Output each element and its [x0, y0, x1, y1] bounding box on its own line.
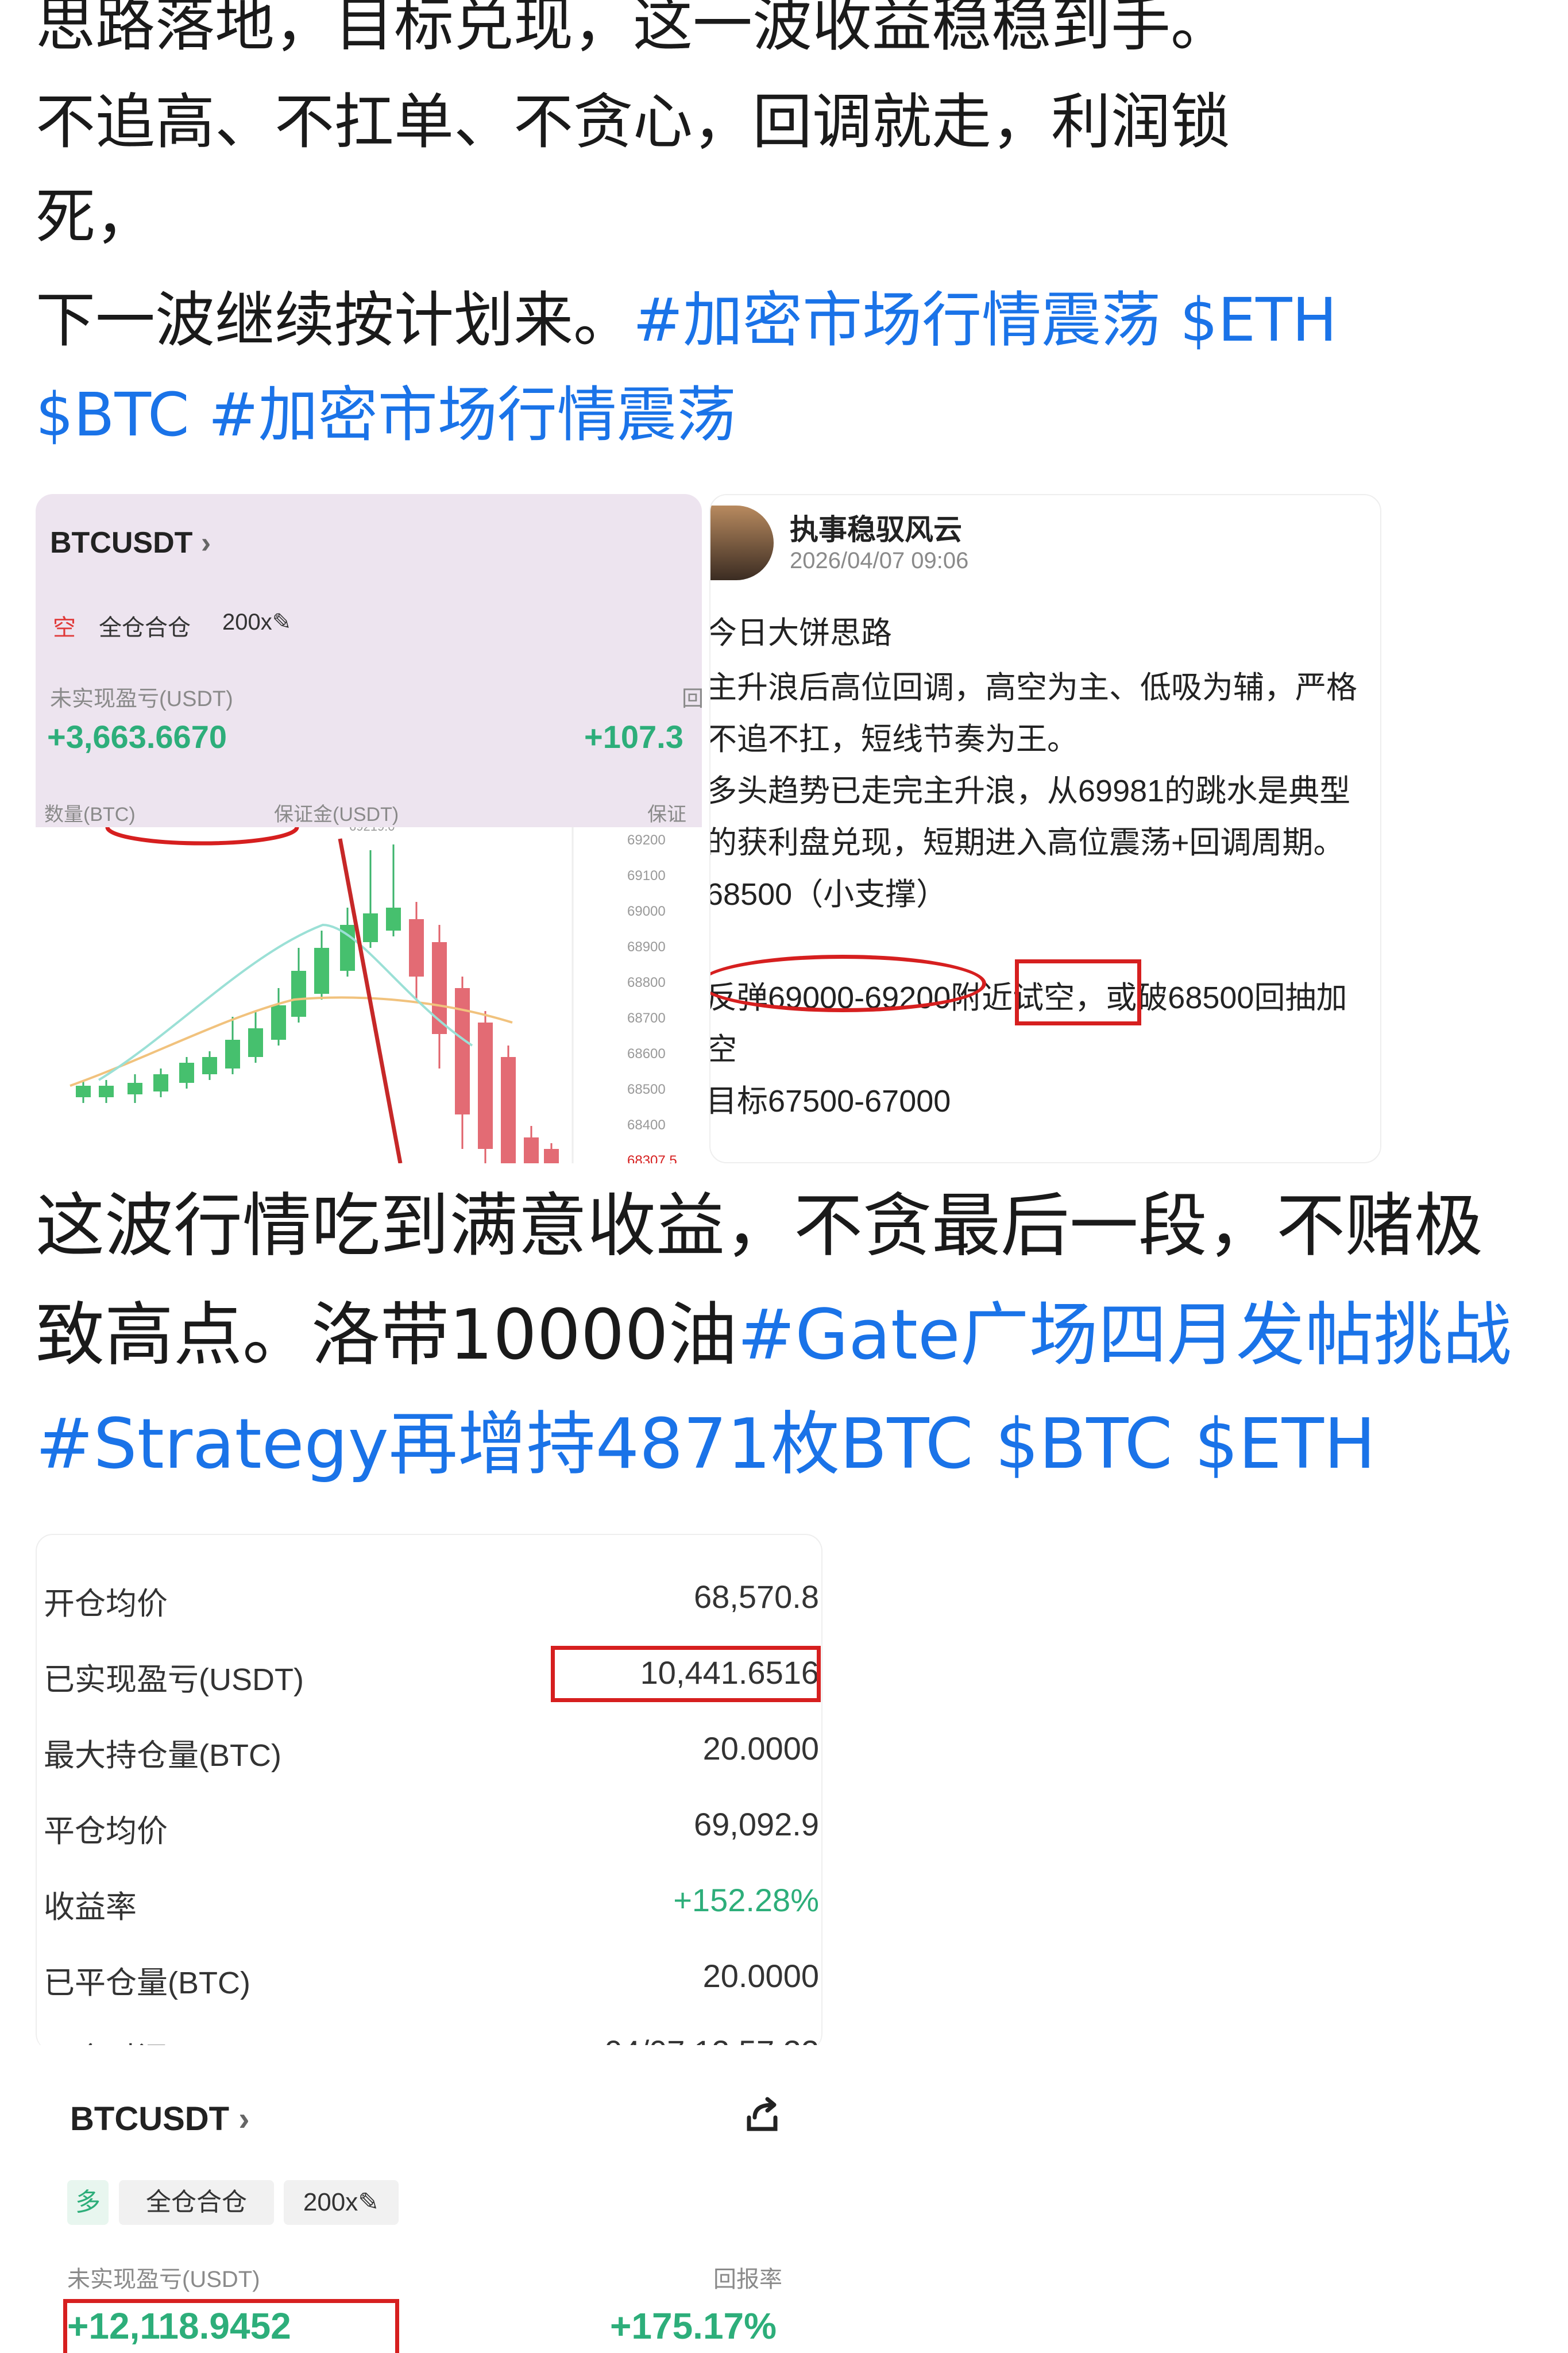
qty-label: 数量(BTC) [44, 804, 136, 826]
candle [409, 919, 424, 977]
detail-value: 20.0000 [702, 1958, 819, 1994]
note-line: 空 [710, 1024, 737, 1069]
margin-mode: 全仓合仓 [99, 615, 191, 641]
detail-value: +152.28% [673, 1882, 819, 1918]
price-tick-label: 68400 [627, 1117, 666, 1133]
post-line-4: 下一波继续按计划来。#加密市场行情震荡 $ETH [36, 273, 1529, 368]
roe-label: 回 [682, 687, 702, 711]
detail-label: 收益率 [44, 1890, 137, 1924]
high-price-label: 69219.0 [349, 827, 395, 834]
pnl-label: 未实现盈亏(USDT) [67, 2267, 260, 2292]
pnl-label: 未实现盈亏(USDT) [50, 687, 233, 711]
highlight-box [1015, 959, 1141, 1025]
detail-value: 20.0000 [702, 1730, 819, 1766]
post-line-1: 思路落地，目标兑现，这一波收益稳稳到手。 [36, 0, 1231, 59]
candle [291, 971, 306, 1017]
side-badge: 空 [53, 615, 76, 641]
closed-position-screenshot[interactable]: 开仓均价 68,570.8 已实现盈亏(USDT) 10,441.6516 最大持仓量(… [36, 1534, 822, 2051]
long-position-screenshot[interactable]: BTCUSDT › 多 全仓合仓 200x✎ 未实现盈亏(USDT) 回报率 +… [36, 2045, 822, 2353]
highlight-box [551, 1646, 821, 1702]
note-body: 今日大饼思路主升浪后高位回调，高空为主、低吸为辅，严格 不追不扛，短线节奏为王。多… [709, 495, 1380, 1162]
note-line: 目标67500-67000 [709, 1084, 951, 1118]
margin-label: 保证金(USDT) [274, 804, 399, 826]
note-line: 今日大饼思路 [709, 616, 892, 650]
roe-label: 回报率 [713, 2267, 782, 2292]
hashtag-link[interactable]: $BTC #加密市场行情震荡 [36, 368, 1529, 462]
candle [524, 1137, 539, 1163]
roe-value: +175.17% [610, 2305, 777, 2347]
price-tick-label: 68600 [627, 1046, 666, 1062]
price-tick-label: 68307.5 [627, 1153, 677, 1163]
candle [179, 1063, 194, 1083]
note-line: 多头趋势已走完主升浪，从69981的跳水是典型 [709, 774, 1351, 808]
candle [455, 988, 470, 1114]
symbol-label: BTCUSDT › [50, 526, 211, 560]
price-tick-label: 69000 [627, 904, 666, 919]
candle [128, 1083, 142, 1094]
candle [478, 1023, 493, 1149]
leverage: 200x✎ [222, 610, 292, 635]
detail-label: 已平仓量(BTC) [44, 1966, 250, 2000]
note-line: 不追不扛，短线节奏为王。 [709, 722, 1078, 757]
candle [248, 1028, 263, 1057]
detail-label: 最大持仓量(BTC) [44, 1738, 281, 1773]
hashtag-link[interactable]: #Gate广场四月发帖挑战 [737, 1295, 1512, 1375]
candle [314, 948, 329, 994]
candlestick-chart: 69200 69100 69000 68900 68800 68700 68600 68500… [36, 827, 702, 1163]
edit-icon: ✎ [272, 610, 292, 635]
candle [153, 1074, 168, 1091]
candle [271, 1005, 286, 1040]
margin-label-2: 保证 [647, 804, 686, 826]
post-line-5: 这波行情吃到满意收益，不贪最后一段，不赌极 [36, 1186, 1483, 1266]
candle [99, 1086, 114, 1097]
price-tick-label: 68800 [627, 975, 666, 990]
edit-icon: ✎ [358, 2188, 380, 2216]
candle [363, 913, 378, 942]
candle [386, 908, 401, 931]
chevron-right-icon: › [238, 2100, 250, 2138]
leverage: 200x✎ [284, 2180, 399, 2225]
price-tick-label: 69100 [627, 868, 666, 884]
detail-label: 开仓均价 [44, 1587, 168, 1621]
note-screenshot[interactable]: 执事稳驭风云 2026/04/07 09:06 今日大饼思路 主升浪后高位回调，高… [709, 494, 1381, 1163]
detail-label: 平仓均价 [44, 1814, 168, 1849]
price-tick-label: 68700 [627, 1010, 666, 1026]
chevron-right-icon: › [200, 526, 211, 560]
detail-value: 68,570.8 [694, 1579, 819, 1615]
post-line-3: 死， [36, 182, 156, 252]
candle [501, 1057, 516, 1163]
price-tick-label: 68900 [627, 939, 666, 955]
margin-mode: 全仓合仓 [119, 2180, 274, 2225]
detail-label: 已实现盈亏(USDT) [44, 1662, 304, 1697]
hashtag-link[interactable]: #加密市场行情震荡 $ETH [633, 285, 1337, 355]
price-tick-label: 69200 [627, 832, 666, 848]
candle [76, 1086, 91, 1097]
share-icon[interactable] [742, 2096, 782, 2136]
note-line: 68500（小支撑） [709, 877, 948, 912]
symbol-label: BTCUSDT › [70, 2100, 250, 2138]
highlight-circle [710, 955, 986, 1012]
position-screenshot[interactable]: BTCUSDT › 空 全仓合仓 200x✎ 未实现盈亏(USDT) 回 +3,… [36, 494, 702, 1163]
candle [544, 1149, 559, 1163]
candle [225, 1040, 240, 1069]
pnl-value: +3,663.6670 [47, 719, 227, 755]
roe-value: +107.3 [584, 719, 683, 755]
price-tick-label: 68500 [627, 1082, 666, 1097]
note-line: 主升浪后高位回调，高空为主、低吸为辅，严格 [709, 670, 1357, 705]
candle [202, 1057, 217, 1074]
hashtag-link[interactable]: #Strategy再增持4871枚BTC $BTC $ETH [36, 1390, 1558, 1499]
post-line-4-text: 下一波继续按计划来。 [36, 285, 634, 355]
post-line-6: 致高点。洛带10000油#Gate广场四月发帖挑战 [36, 1281, 1558, 1390]
post-line-2: 不追高、不扛单、不贪心，回调就走，利润锁 [36, 87, 1231, 157]
note-line: 的获利盘兑现，短期进入高位震荡+回调周期。 [709, 826, 1345, 860]
highlight-box [63, 2299, 399, 2353]
side-badge: 多 [67, 2180, 109, 2225]
post-line-6-text: 致高点。洛带10000油 [36, 1295, 737, 1375]
detail-value: 69,092.9 [694, 1806, 819, 1842]
